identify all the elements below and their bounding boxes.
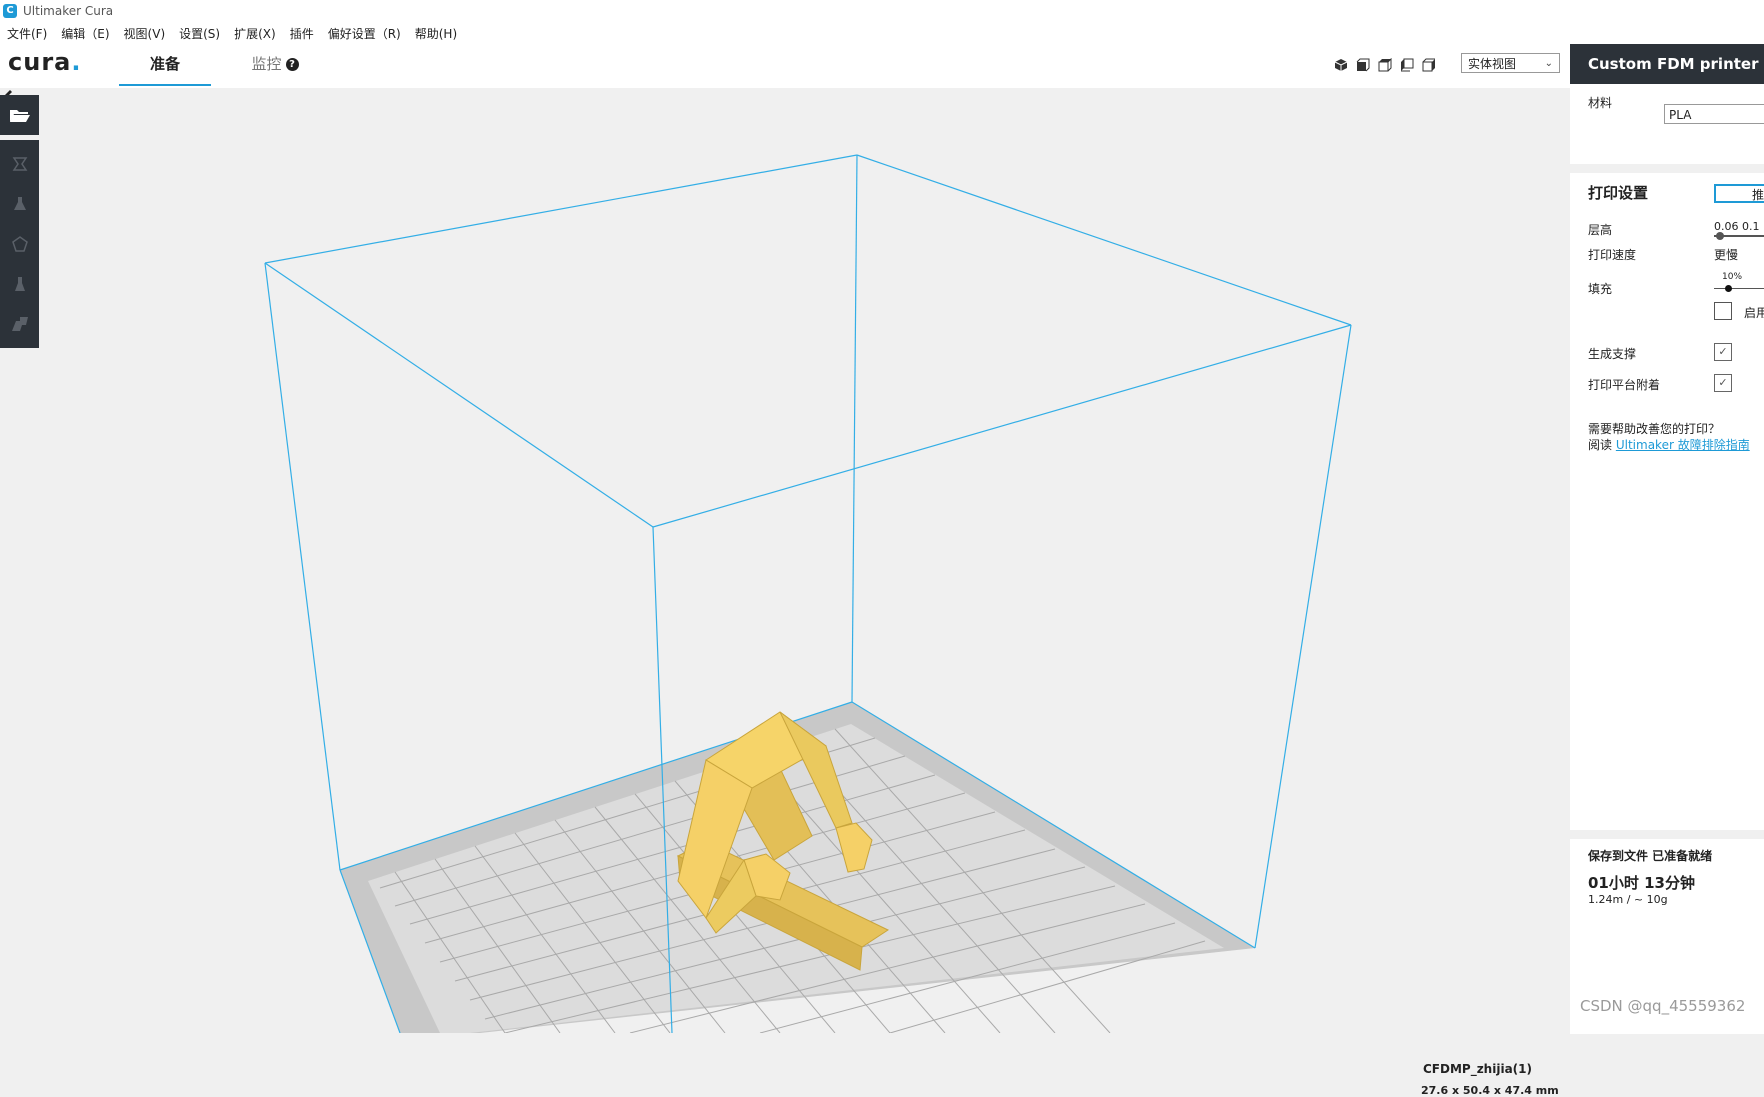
menu-settings[interactable]: 设置(S) — [172, 25, 227, 42]
layer-height-slider-handle[interactable] — [1716, 232, 1724, 240]
right-view-icon[interactable] — [1422, 58, 1436, 72]
adhesion-label: 打印平台附着 — [1588, 378, 1661, 392]
view-mode-select[interactable]: 实体视图 ⌄ — [1461, 53, 1560, 73]
per-model-settings-icon — [11, 317, 28, 331]
panel-divider — [1570, 830, 1764, 839]
view-mode-value: 实体视图 — [1468, 57, 1517, 71]
recommended-mode-button[interactable]: 推荐 — [1714, 184, 1764, 203]
open-file-button[interactable] — [0, 95, 39, 135]
help-text: 需要帮助改善您的打印？ 阅读 Ultimaker 故障排除指南 — [1588, 421, 1750, 453]
infill-label: 填充 — [1588, 282, 1613, 296]
print-setup-panel: Custom FDM printer 材料 PLA 打印设置 推荐 层高 0.0… — [1570, 44, 1764, 1034]
cura-logo-dot: . — [71, 48, 82, 76]
window-title: Ultimaker Cura — [23, 4, 114, 18]
rotate-tool-button[interactable] — [0, 224, 39, 264]
layer-height-label: 层高 — [1588, 223, 1613, 237]
3d-viewport[interactable]: CFDMP_zhijia(1) 27.6 x 50.4 x 47.4 mm — [0, 88, 1570, 1097]
print-settings-title: 打印设置 — [1588, 184, 1649, 202]
left-view-icon[interactable] — [1400, 58, 1414, 72]
save-status: 保存到文件 已准备就绪 — [1588, 849, 1713, 863]
rotate-icon — [11, 236, 28, 252]
front-view-icon[interactable] — [1356, 58, 1370, 72]
model-dimensions: 27.6 x 50.4 x 47.4 mm — [1421, 1084, 1559, 1097]
infill-percentage: 10% — [1722, 272, 1743, 282]
csdn-watermark: CSDN @qq_45559362 — [1580, 997, 1746, 1015]
support-checkbox[interactable]: ✓ — [1714, 343, 1732, 361]
cura-logo-text: cura — [8, 48, 72, 76]
folder-open-icon — [9, 110, 30, 122]
adhesion-checkbox[interactable]: ✓ — [1714, 374, 1732, 392]
move-icon — [12, 157, 27, 171]
stage-toolbar: cura. 准备 监控? 实体视图 ⌄ — [0, 44, 1570, 88]
menu-preferences[interactable]: 偏好设置（R) — [321, 25, 408, 42]
help-question: 需要帮助改善您的打印？ — [1588, 422, 1721, 436]
infill-slider-handle[interactable] — [1725, 285, 1732, 292]
menu-help[interactable]: 帮助(H) — [408, 25, 464, 42]
material-usage-estimate: 1.24m / ~ 10g — [1588, 893, 1668, 906]
gradual-infill-checkbox[interactable] — [1714, 302, 1732, 320]
job-name: CFDMP_zhijia(1) — [1423, 1062, 1532, 1076]
menu-plugins[interactable]: 插件 — [283, 25, 321, 42]
top-view-icon[interactable] — [1378, 58, 1392, 72]
menu-file[interactable]: 文件(F) — [0, 25, 54, 42]
menu-view[interactable]: 视图(V) — [117, 25, 173, 42]
help-icon[interactable]: ? — [285, 58, 299, 71]
tab-prepare[interactable]: 准备 — [119, 44, 211, 86]
mirror-icon — [14, 277, 25, 291]
help-read-label: 阅读 — [1588, 438, 1613, 452]
cura-app-icon: C — [3, 4, 17, 18]
tab-monitor[interactable]: 监控? — [230, 44, 320, 84]
mirror-tool-button[interactable] — [0, 264, 39, 304]
menu-bar: 文件(F) 编辑（E) 视图(V) 设置(S) 扩展(X) 插件 偏好设置（R)… — [0, 22, 1764, 44]
menu-edit[interactable]: 编辑（E) — [54, 25, 116, 42]
support-label: 生成支撑 — [1588, 347, 1637, 361]
infill-slider[interactable] — [1714, 288, 1764, 289]
print-speed-label: 打印速度 — [1588, 248, 1637, 262]
scale-tool-button[interactable] — [0, 184, 39, 224]
material-label: 材料 — [1588, 96, 1613, 110]
material-select[interactable]: PLA — [1664, 104, 1764, 124]
troubleshooting-guide-link[interactable]: Ultimaker 故障排除指南 — [1616, 438, 1750, 452]
chevron-down-icon: ⌄ — [1544, 58, 1553, 69]
3d-view-icon[interactable] — [1334, 58, 1348, 72]
help-read-line: 阅读 Ultimaker 故障排除指南 — [1588, 437, 1750, 453]
printer-selector[interactable]: Custom FDM printer — [1570, 44, 1764, 84]
print-speed-value: 更慢 — [1714, 248, 1739, 262]
gradual-infill-label: 启用 — [1744, 306, 1764, 320]
panel-divider — [1570, 164, 1764, 173]
transform-tools — [0, 140, 39, 348]
per-model-settings-button[interactable] — [0, 304, 39, 344]
title-bar: C Ultimaker Cura — [0, 0, 1764, 22]
layer-height-values: 0.06 0.1 — [1714, 220, 1760, 233]
left-toolbar — [0, 95, 39, 348]
cura-logo: cura. — [8, 48, 81, 76]
build-volume-scene — [264, 154, 1352, 1033]
menu-extensions[interactable]: 扩展(X) — [227, 25, 283, 42]
move-tool-button[interactable] — [0, 144, 39, 184]
scale-icon — [13, 197, 26, 210]
tab-monitor-label: 监控 — [251, 55, 282, 73]
print-time-estimate: 01小时 13分钟 — [1588, 874, 1695, 892]
